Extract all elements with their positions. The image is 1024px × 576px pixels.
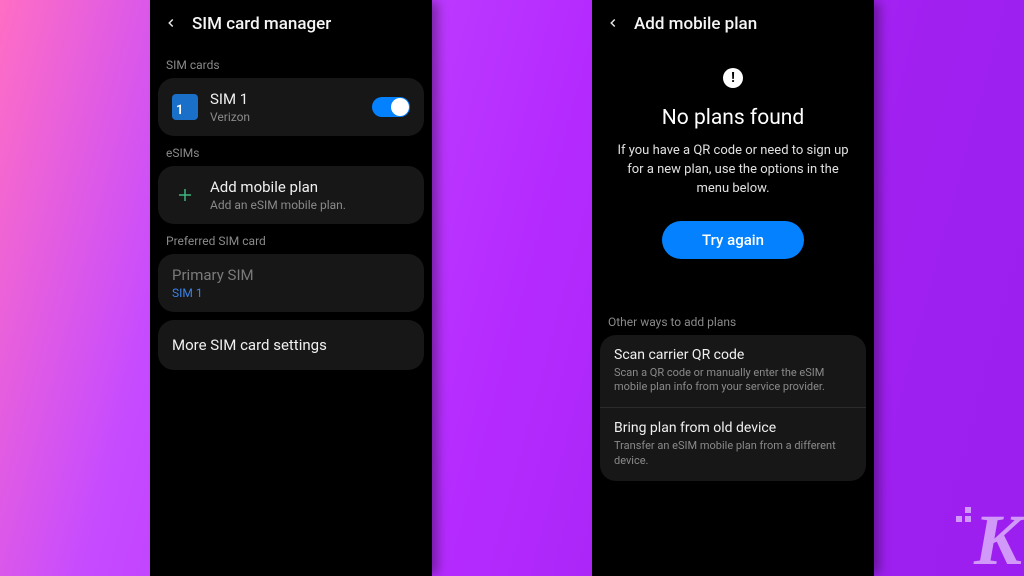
sim-badge-icon: 1	[172, 94, 198, 120]
add-plan-title: Add mobile plan	[210, 178, 410, 196]
bring-plan-row[interactable]: Bring plan from old device Transfer an e…	[600, 407, 866, 481]
section-label-simcards: SIM cards	[150, 48, 432, 78]
scan-qr-desc: Scan a QR code or manually enter the eSI…	[614, 366, 852, 396]
header: SIM card manager	[150, 0, 432, 48]
watermark-logo: K	[974, 499, 1020, 576]
section-label-preferred: Preferred SIM card	[150, 224, 432, 254]
scan-qr-title: Scan carrier QR code	[614, 347, 852, 363]
empty-state: ! No plans found If you have a QR code o…	[592, 48, 874, 259]
bring-plan-desc: Transfer an eSIM mobile plan from a diff…	[614, 439, 852, 469]
section-label-esims: eSIMs	[150, 136, 432, 166]
scan-qr-row[interactable]: Scan carrier QR code Scan a QR code or m…	[600, 335, 866, 408]
other-ways-list: Scan carrier QR code Scan a QR code or m…	[600, 335, 866, 481]
back-icon[interactable]	[606, 15, 620, 34]
sim1-toggle[interactable]	[372, 97, 410, 117]
more-sim-settings-label: More SIM card settings	[172, 336, 327, 354]
back-icon[interactable]	[164, 15, 178, 34]
empty-desc: If you have a QR code or need to sign up…	[616, 142, 850, 199]
sim1-carrier: Verizon	[210, 110, 360, 124]
sim1-row[interactable]: 1 SIM 1 Verizon	[158, 78, 424, 136]
page-title: Add mobile plan	[634, 14, 757, 34]
more-sim-settings-row[interactable]: More SIM card settings	[158, 320, 424, 370]
add-plan-subtitle: Add an eSIM mobile plan.	[210, 198, 410, 212]
phone-add-plan: Add mobile plan ! No plans found If you …	[592, 0, 874, 576]
page-title: SIM card manager	[192, 14, 331, 34]
plus-icon	[172, 182, 198, 208]
primary-sim-label: Primary SIM	[172, 266, 410, 284]
add-mobile-plan-row[interactable]: Add mobile plan Add an eSIM mobile plan.	[158, 166, 424, 224]
try-again-button[interactable]: Try again	[662, 221, 804, 259]
section-label-other: Other ways to add plans	[592, 305, 874, 335]
header: Add mobile plan	[592, 0, 874, 48]
sim1-name: SIM 1	[210, 90, 360, 108]
primary-sim-value: SIM 1	[172, 286, 410, 300]
bring-plan-title: Bring plan from old device	[614, 420, 852, 436]
alert-icon: !	[723, 68, 743, 88]
empty-title: No plans found	[662, 106, 804, 130]
primary-sim-row[interactable]: Primary SIM SIM 1	[158, 254, 424, 312]
phone-sim-manager: SIM card manager SIM cards 1 SIM 1 Veriz…	[150, 0, 432, 576]
